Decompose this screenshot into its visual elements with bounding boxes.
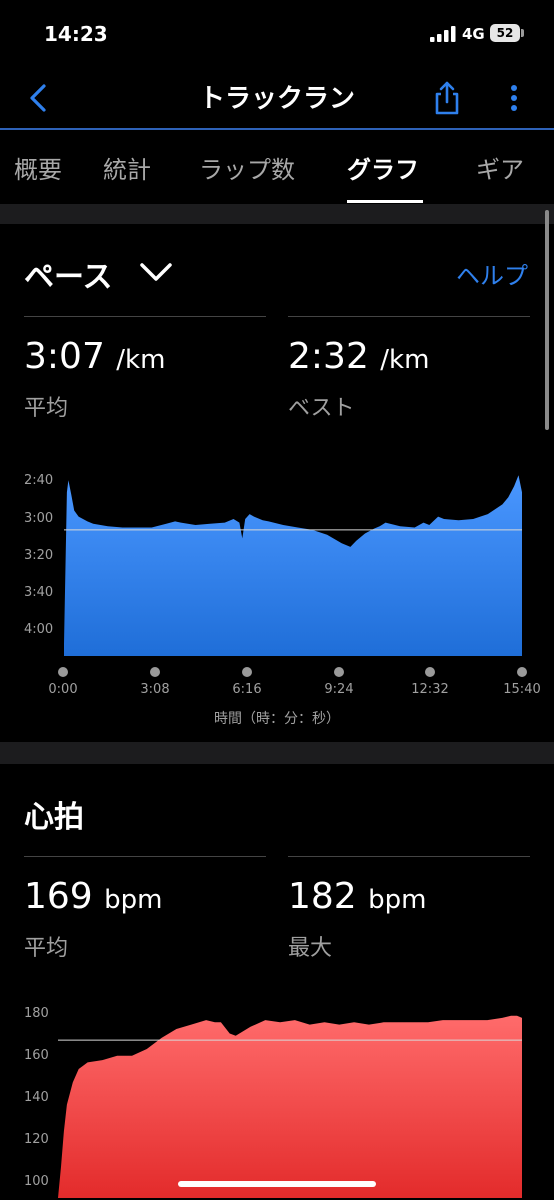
max-hr-unit: bpm bbox=[368, 885, 427, 915]
avg-hr-value: 169 bbox=[24, 876, 93, 917]
x-tick-label: 9:24 bbox=[324, 682, 354, 697]
section-separator bbox=[0, 742, 554, 764]
chevron-down-icon[interactable] bbox=[138, 258, 174, 286]
tab-graph[interactable]: グラフ bbox=[347, 150, 419, 185]
max-hr-stat: 182 bpm bbox=[288, 876, 427, 917]
page-title: トラックラン bbox=[198, 84, 355, 114]
heart-rate-chart[interactable] bbox=[0, 990, 554, 1200]
x-tick-label: 15:40 bbox=[503, 682, 541, 697]
tab-gear[interactable]: ギア bbox=[476, 150, 524, 185]
avg-hr-label: 平均 bbox=[24, 936, 69, 961]
status-time: 14:23 bbox=[44, 22, 108, 46]
x-tick-label: 3:08 bbox=[140, 682, 170, 697]
x-tick-dot bbox=[517, 667, 527, 677]
best-pace-unit: /km bbox=[380, 345, 430, 375]
home-indicator bbox=[178, 1181, 376, 1187]
avg-pace-unit: /km bbox=[116, 345, 166, 375]
avg-pace-label: 平均 bbox=[24, 396, 69, 421]
tab-stats[interactable]: 統計 bbox=[103, 150, 151, 185]
x-tick-dot bbox=[425, 667, 435, 677]
x-tick-label: 6:16 bbox=[232, 682, 262, 697]
pace-section-title[interactable]: ペース bbox=[24, 252, 113, 296]
divider bbox=[288, 316, 530, 317]
avg-hr-unit: bpm bbox=[104, 885, 163, 915]
x-tick-label: 0:00 bbox=[48, 682, 78, 697]
avg-hr-stat: 169 bpm bbox=[24, 876, 163, 917]
x-tick-dot bbox=[334, 667, 344, 677]
scrollbar[interactable] bbox=[545, 210, 549, 430]
tab-overview[interactable]: 概要 bbox=[14, 150, 62, 185]
avg-pace-stat: 3:07 /km bbox=[24, 336, 165, 377]
best-pace-label: ベスト bbox=[288, 396, 355, 421]
x-tick-label: 12:32 bbox=[411, 682, 449, 697]
pace-chart[interactable] bbox=[0, 450, 554, 660]
best-pace-stat: 2:32 /km bbox=[288, 336, 429, 377]
pace-area-series bbox=[64, 475, 522, 656]
network-type: 4G bbox=[462, 25, 485, 43]
divider bbox=[288, 856, 530, 857]
divider bbox=[24, 316, 266, 317]
nav-divider bbox=[0, 128, 554, 130]
heart-rate-area-series bbox=[58, 1015, 522, 1198]
x-tick-dot bbox=[58, 667, 68, 677]
battery-nub bbox=[521, 29, 524, 37]
tab-laps[interactable]: ラップ数 bbox=[199, 150, 295, 185]
heart-rate-section-title: 心拍 bbox=[24, 800, 84, 835]
divider bbox=[24, 856, 266, 857]
best-pace-value: 2:32 bbox=[288, 336, 369, 377]
active-tab-indicator bbox=[347, 200, 423, 203]
more-options-icon[interactable] bbox=[500, 80, 528, 116]
section-separator bbox=[0, 204, 554, 224]
cellular-signal-icon bbox=[430, 26, 456, 42]
max-hr-label: 最大 bbox=[288, 936, 333, 961]
max-hr-value: 182 bbox=[288, 876, 357, 917]
avg-pace-value: 3:07 bbox=[24, 336, 105, 377]
share-icon[interactable] bbox=[430, 80, 464, 116]
help-link[interactable]: ヘルプ bbox=[456, 256, 528, 291]
x-tick-dot bbox=[242, 667, 252, 677]
battery-icon: 52 bbox=[490, 24, 520, 42]
x-axis-label: 時間（時：分：秒） bbox=[214, 711, 340, 727]
x-tick-dot bbox=[150, 667, 160, 677]
